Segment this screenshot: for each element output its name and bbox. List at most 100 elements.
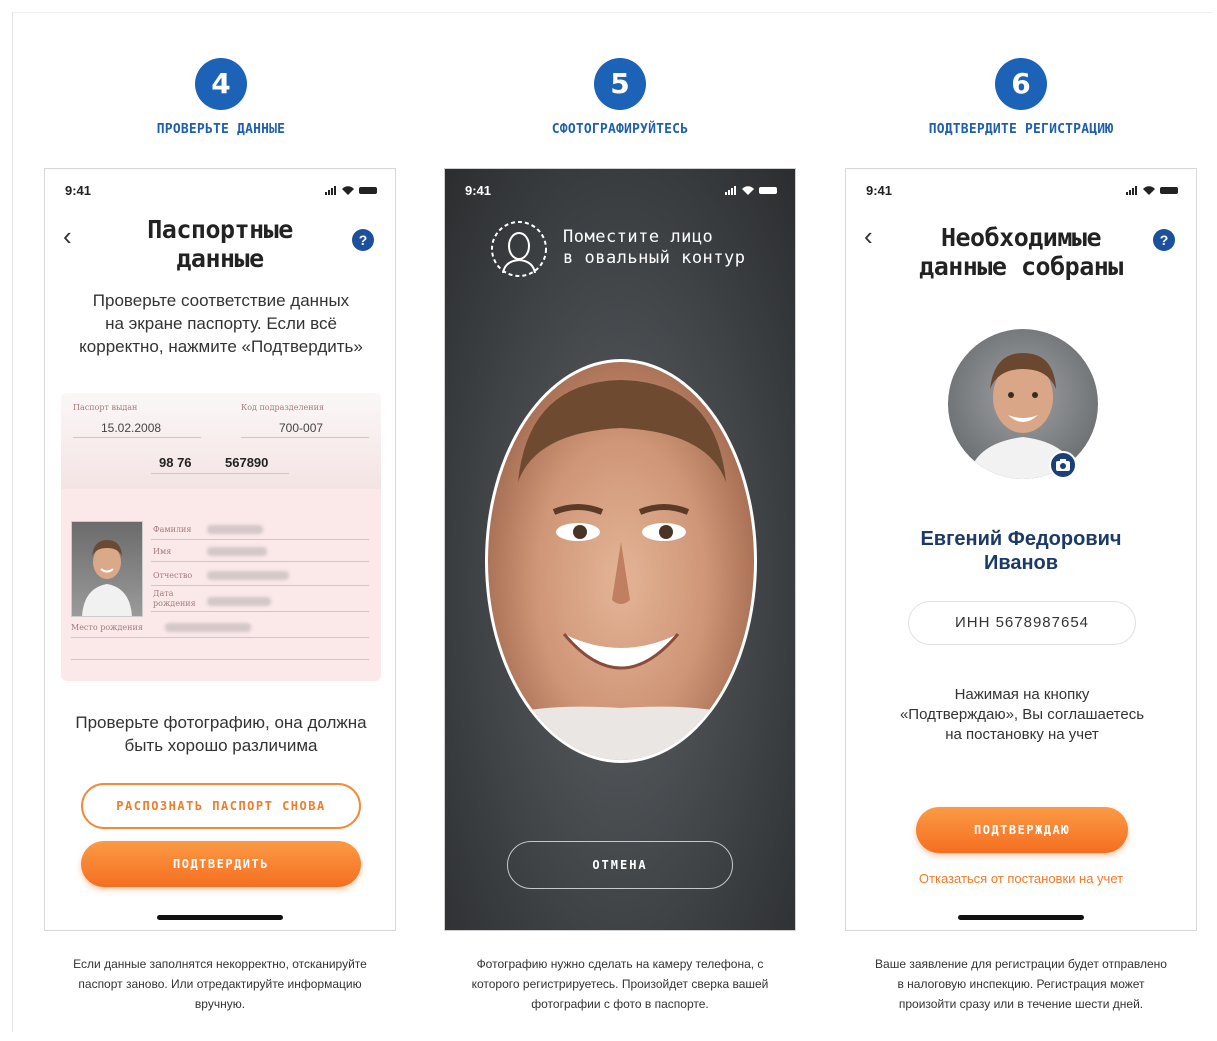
decline-registration-link[interactable]: Отказаться от постановки на учет: [846, 871, 1196, 886]
birthdate-label: Дата рождения: [153, 589, 196, 609]
user-full-name: Евгений Федорович Иванов: [846, 527, 1196, 575]
photo-hint-text: Проверьте фотографию, она должна быть хо…: [45, 711, 395, 757]
consent-line: Нажимая на кнопку: [954, 686, 1090, 703]
page-title-line: Необходимые: [940, 223, 1102, 252]
code-value: 700-007: [279, 421, 324, 435]
face-outline-icon: [489, 219, 549, 284]
face-capture-screen: 9:41 Поместите лицо в овальный контур ОТ…: [444, 168, 796, 931]
intro-line: корректно, нажмите «Подтвердить»: [79, 337, 363, 356]
passport-preview-card: Паспорт выдан 15.02.2008 Код подразделен…: [61, 393, 381, 681]
rescan-passport-button[interactable]: РАСПОЗНАТЬ ПАСПОРТ СНОВА: [81, 783, 361, 829]
surname-label: Фамилия: [153, 525, 192, 534]
step-4-header: 4 ПРОВЕРЬТЕ ДАННЫЕ: [61, 58, 381, 137]
frame-left-border: [12, 12, 13, 1032]
code-label: Код подразделения: [241, 403, 324, 412]
divider: [71, 659, 369, 660]
intro-line: Проверьте соответствие данных: [92, 291, 350, 310]
face-hint-text: Поместите лицо в овальный контур: [563, 227, 746, 269]
name-label: Имя: [153, 547, 172, 556]
blurred-birthplace: [165, 623, 251, 632]
page-title: Паспортные данные: [105, 215, 335, 273]
caption-line: Если данные заполнятся некорректно, отск…: [73, 957, 367, 971]
step-6-caption: Ваше заявление для регистрации будет отп…: [841, 954, 1201, 1014]
step-4-caption: Если данные заполнятся некорректно, отск…: [40, 954, 400, 1014]
blurred-birthdate: [207, 597, 271, 606]
caption-line: произойти сразу или в течение шести дней…: [898, 997, 1144, 1011]
step-title: ПРОВЕРЬТЕ ДАННЫЕ: [156, 122, 286, 137]
blurred-surname: [207, 525, 263, 534]
photo-hint-line: Проверьте фотографию, она должна: [75, 713, 367, 732]
divider: [241, 437, 369, 438]
help-icon[interactable]: ?: [352, 229, 374, 251]
intro-line: на экране паспорту. Если всё: [105, 314, 337, 333]
home-indicator[interactable]: [157, 915, 283, 920]
face-hint-line: Поместите лицо: [563, 227, 714, 247]
caption-line: Фотографию нужно сделать на камеру телеф…: [476, 957, 764, 971]
divider: [151, 585, 369, 586]
frame-top-border: [12, 12, 1212, 13]
birthdate-label-line: Дата: [153, 589, 174, 598]
face-hint-line: в овальный контур: [563, 248, 746, 268]
status-bar: 9:41: [65, 183, 379, 199]
intro-text: Проверьте соответствие данных на экране …: [45, 289, 395, 358]
camera-icon[interactable]: [1049, 451, 1077, 479]
status-bar: 9:41: [866, 183, 1180, 199]
passport-series: 98 76: [159, 455, 192, 470]
data-collected-screen: 9:41 ‹ Необходимые данные собраны ? Евге…: [845, 168, 1197, 931]
caption-line: вручную.: [194, 997, 246, 1011]
divider: [73, 437, 201, 438]
page-title-line: данные: [176, 244, 264, 273]
back-chevron-icon[interactable]: ‹: [63, 223, 72, 249]
caption-line: фотографии с фото в паспорте.: [531, 997, 709, 1011]
consent-line: на постановку на учет: [945, 726, 1099, 743]
photo-hint-line: быть хорошо различима: [124, 736, 318, 755]
blurred-patronymic: [207, 571, 289, 580]
inn-badge: ИНН 5678987654: [908, 601, 1136, 645]
step-number-badge: 6: [995, 58, 1047, 110]
caption-line: в налоговую инспекцию. Регистрация может: [897, 977, 1145, 991]
step-title: ПОДТВЕРДИТЕ РЕГИСТРАЦИЮ: [928, 122, 1114, 137]
consent-text: Нажимая на кнопку «Подтверждаю», Вы согл…: [846, 685, 1196, 745]
face-capture-oval: [485, 359, 757, 763]
consent-line: «Подтверждаю», Вы соглашаетесь: [899, 706, 1145, 723]
step-6-header: 6 ПОДТВЕРДИТЕ РЕГИСТРАЦИЮ: [861, 58, 1181, 137]
signal-wifi-battery-icon: [1126, 185, 1180, 198]
caption-line: Ваше заявление для регистрации будет отп…: [875, 957, 1167, 971]
status-time: 9:41: [65, 183, 92, 198]
passport-data-screen: 9:41 ‹ Паспортные данные ? Проверьте соо…: [44, 168, 396, 931]
page-title: Необходимые данные собраны: [896, 223, 1146, 281]
page-title-line: данные собраны: [919, 252, 1123, 281]
divider: [151, 473, 289, 474]
step-title: СФОТОГРАФИРУЙТЕСЬ: [551, 122, 689, 137]
help-icon[interactable]: ?: [1153, 229, 1175, 251]
caption-line: паспорт заново. Или отредактируйте инфор…: [78, 977, 362, 991]
divider: [151, 539, 369, 540]
step-number-badge: 4: [195, 58, 247, 110]
status-bar: 9:41: [465, 183, 779, 199]
divider: [71, 637, 369, 638]
issued-value: 15.02.2008: [101, 421, 162, 435]
status-time: 9:41: [465, 183, 492, 198]
caption-line: которого регистрируетесь. Произойдет све…: [471, 977, 769, 991]
passport-number: 567890: [225, 455, 269, 470]
status-time: 9:41: [866, 183, 893, 198]
signal-wifi-battery-icon: [325, 185, 379, 198]
patronymic-label: Отчество: [153, 571, 193, 580]
divider: [151, 611, 369, 612]
passport-photo: [71, 521, 143, 617]
user-name-line: Евгений Федорович: [920, 528, 1122, 550]
confirm-registration-button[interactable]: ПОДТВЕРЖДАЮ: [916, 807, 1128, 853]
home-indicator[interactable]: [958, 915, 1084, 920]
confirm-button[interactable]: ПОДТВЕРДИТЬ: [81, 841, 361, 887]
step-5-caption: Фотографию нужно сделать на камеру телеф…: [440, 954, 800, 1014]
back-chevron-icon[interactable]: ‹: [864, 223, 873, 249]
issued-label: Паспорт выдан: [73, 403, 138, 412]
step-5-header: 5 СФОТОГРАФИРУЙТЕСЬ: [460, 58, 780, 137]
birthplace-label: Место рождения: [71, 623, 143, 632]
divider: [151, 561, 369, 562]
user-name-line: Иванов: [983, 552, 1059, 574]
step-number-badge: 5: [594, 58, 646, 110]
user-avatar: [948, 329, 1098, 479]
cancel-button[interactable]: ОТМЕНА: [507, 841, 733, 889]
blurred-name: [207, 547, 267, 556]
